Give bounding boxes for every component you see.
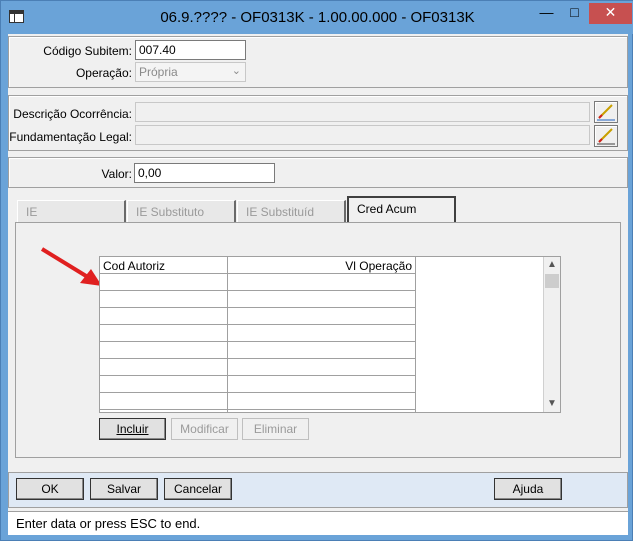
pencil-icon: [597, 128, 615, 145]
pencil-icon: [597, 104, 615, 121]
scroll-thumb[interactable]: [545, 274, 559, 288]
fundamentacao-label: Fundamentação Legal:: [9, 130, 132, 144]
ajuda-label: Ajuda: [512, 482, 544, 496]
eliminar-button[interactable]: Eliminar: [242, 418, 309, 440]
annotation-arrow-icon: [40, 247, 102, 286]
tab-ie[interactable]: IE: [17, 200, 126, 222]
column-header-vl-operacao[interactable]: Vl Operação: [345, 259, 412, 273]
table-row[interactable]: [100, 325, 415, 342]
operacao-select[interactable]: Própria ⌄: [135, 62, 246, 82]
table-row[interactable]: [100, 308, 415, 325]
cred-acum-grid[interactable]: Cod Autoriz Vl Operação ▲ ▼: [99, 256, 561, 413]
chevron-down-icon: ⌄: [231, 65, 241, 77]
grid-vertical-scrollbar[interactable]: ▲ ▼: [543, 257, 560, 412]
valor-input[interactable]: 0,00: [134, 163, 275, 183]
app-window: 06.9.???? - OF0313K - 1.00.00.000 - OF03…: [0, 0, 633, 541]
codigo-subitem-input[interactable]: 007.40: [135, 40, 246, 60]
codigo-subitem-label: Código Subitem:: [43, 44, 132, 58]
description-panel: Descrição Ocorrência: Fundamentação Lega…: [8, 95, 628, 151]
table-row[interactable]: [100, 291, 415, 308]
operacao-value: Própria: [139, 65, 178, 79]
table-row[interactable]: [100, 342, 415, 359]
column-header-cod-autoriz[interactable]: Cod Autoriz: [103, 259, 165, 273]
valor-panel: Valor: 0,00: [8, 157, 628, 188]
cancelar-button[interactable]: Cancelar: [164, 478, 232, 500]
operacao-label: Operação:: [75, 66, 132, 80]
ajuda-button[interactable]: Ajuda: [494, 478, 562, 500]
grid-header: Cod Autoriz Vl Operação: [100, 257, 415, 274]
tab-ie-substituido[interactable]: IE Substituíd: [237, 200, 346, 222]
modificar-button[interactable]: Modificar: [171, 418, 238, 440]
form-client-area: Código Subitem: 007.40 Operação: Própria…: [8, 34, 628, 535]
descricao-edit-button[interactable]: [594, 101, 618, 123]
descricao-label: Descrição Ocorrência:: [13, 107, 132, 121]
table-row[interactable]: [100, 274, 415, 291]
footer-button-panel: OK Salvar Cancelar Ajuda: [8, 472, 628, 508]
table-row[interactable]: [100, 376, 415, 393]
tab-ie-substituto[interactable]: IE Substituto: [127, 200, 236, 222]
ok-button[interactable]: OK: [16, 478, 84, 500]
salvar-label: Salvar: [106, 482, 141, 496]
valor-label: Valor:: [101, 167, 132, 181]
column-separator: [415, 257, 416, 412]
header-panel: Código Subitem: 007.40 Operação: Própria…: [8, 36, 628, 88]
title-bar: 06.9.???? - OF0313K - 1.00.00.000 - OF03…: [1, 1, 633, 34]
minimize-button[interactable]: —: [533, 3, 560, 24]
incluir-label: Incluir: [116, 422, 149, 436]
table-row[interactable]: [100, 393, 415, 410]
maximize-button[interactable]: □: [561, 3, 588, 24]
scroll-down-icon[interactable]: ▼: [544, 396, 560, 412]
salvar-button[interactable]: Salvar: [90, 478, 158, 500]
descricao-input[interactable]: [135, 102, 590, 122]
cancelar-label: Cancelar: [173, 482, 223, 496]
table-row[interactable]: [100, 359, 415, 376]
status-bar: Enter data or press ESC to end.: [8, 511, 628, 535]
close-button[interactable]: ✕: [589, 3, 632, 24]
ok-label: OK: [41, 482, 59, 496]
scroll-up-icon[interactable]: ▲: [544, 257, 560, 273]
fundamentacao-edit-button[interactable]: [594, 125, 618, 147]
eliminar-label: Eliminar: [253, 422, 298, 436]
modificar-label: Modificar: [180, 422, 229, 436]
incluir-button[interactable]: Incluir: [99, 418, 166, 440]
tab-cred-acum[interactable]: Cred Acum: [347, 196, 456, 223]
fundamentacao-input[interactable]: [135, 125, 590, 145]
tab-content-area: Cod Autoriz Vl Operação ▲ ▼ Incluir Modi…: [15, 222, 621, 458]
